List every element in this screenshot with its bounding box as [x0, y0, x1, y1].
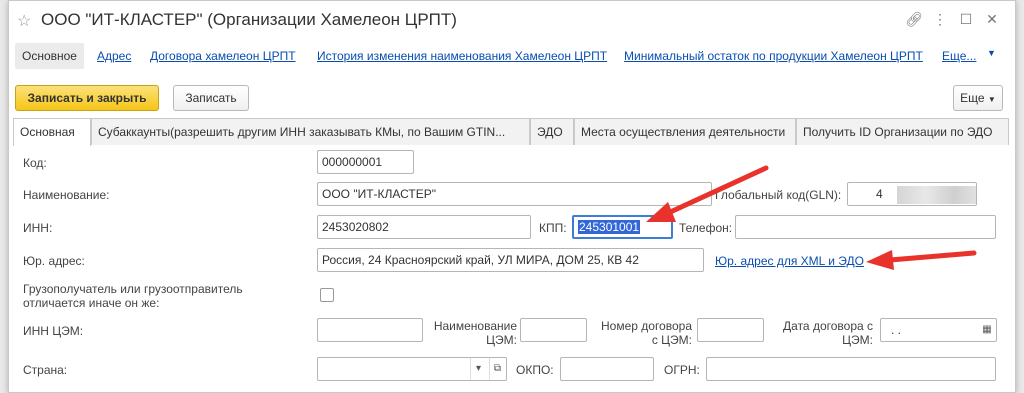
address-field[interactable]: Россия, 24 Красноярский край, УЛ МИРА, Д…	[317, 248, 704, 272]
gln-field[interactable]: 4	[847, 182, 977, 206]
okpo-field[interactable]	[560, 357, 654, 381]
nav-link-more[interactable]: Еще...	[942, 49, 976, 63]
ogrn-label: ОГРН:	[664, 363, 700, 377]
contract-date-label: Дата договора с ЦЭМ:	[783, 319, 873, 347]
dropdown-arrow-icon[interactable]: ▾	[470, 358, 486, 380]
nav-link-name-history[interactable]: История изменения наименования Хамелеон …	[317, 49, 607, 63]
nav-link-min-stock[interactable]: Минимальный остаток по продукции Хамелео…	[624, 49, 923, 63]
phone-label: Телефон:	[679, 221, 733, 235]
window-controls: 🔗︎ ⋮ ☐ ✕	[901, 11, 1005, 28]
consignee-label: Грузополучатель или грузоотправитель отл…	[23, 282, 243, 310]
title-bar: ☆ ООО "ИТ-КЛАСТЕР" (Организации Хамелеон…	[9, 1, 1015, 39]
inn-label: ИНН:	[23, 221, 53, 235]
form-window: ☆ ООО "ИТ-КЛАСТЕР" (Организации Хамелеон…	[8, 0, 1016, 393]
tab-places[interactable]: Места осуществления деятельности	[574, 118, 796, 145]
save-button[interactable]: Записать	[173, 85, 249, 111]
nav-link-contracts[interactable]: Договора хамелеон ЦРПТ	[150, 49, 296, 63]
name-field[interactable]: ООО "ИТ-КЛАСТЕР"	[317, 182, 712, 206]
more-actions-label: Еще	[960, 91, 985, 105]
tab-bar: Основная Субаккаунты(разрешить другим ИН…	[13, 118, 1009, 146]
xml-edo-address-link[interactable]: Юр. адрес для XML и ЭДО	[715, 254, 864, 268]
maximize-icon[interactable]: ☐	[953, 11, 979, 28]
kpp-label: КПП:	[539, 221, 567, 235]
name-cem-field[interactable]	[520, 318, 587, 342]
inn-cem-label: ИНН ЦЭМ:	[23, 324, 84, 338]
page-title: ООО "ИТ-КЛАСТЕР" (Организации Хамелеон Ц…	[41, 10, 457, 29]
inn-field[interactable]: 2453020802	[317, 215, 531, 239]
code-field[interactable]: 000000001	[317, 150, 414, 174]
nav-link-address[interactable]: Адрес	[97, 49, 131, 63]
inn-cem-field[interactable]	[317, 318, 423, 342]
country-label: Страна:	[23, 363, 68, 377]
kpp-field[interactable]: 245301001	[572, 215, 673, 239]
form-navigation: Основное Адрес Договора хамелеон ЦРПТ Ис…	[9, 43, 1015, 69]
tab-subaccounts[interactable]: Субаккаунты(разрешить другим ИНН заказыв…	[91, 118, 530, 145]
phone-field[interactable]	[735, 215, 996, 239]
save-and-close-button[interactable]: Записать и закрыть	[15, 85, 159, 111]
contract-date-value: . .	[891, 323, 902, 337]
tab-main[interactable]: Основная	[13, 118, 91, 146]
code-label: Код:	[23, 156, 47, 170]
address-label: Юр. адрес:	[23, 254, 85, 268]
contract-number-field[interactable]	[697, 318, 764, 342]
main-form: Код: 000000001 Наименование: ООО "ИТ-КЛА…	[9, 145, 1015, 392]
star-icon[interactable]: ☆	[17, 11, 31, 31]
kpp-value: 245301001	[578, 220, 641, 234]
redacted-block	[896, 185, 976, 204]
calendar-icon[interactable]: ▦	[979, 319, 995, 341]
link-icon[interactable]: 🔗︎	[901, 11, 927, 28]
nav-main[interactable]: Основное	[15, 43, 84, 69]
more-actions-button[interactable]: Еще ▼	[953, 85, 1003, 111]
more-vertical-icon[interactable]: ⋮	[927, 11, 953, 28]
name-label: Наименование:	[23, 188, 110, 202]
contract-number-label: Номер договора с ЦЭМ:	[601, 319, 692, 347]
tab-edo[interactable]: ЭДО	[530, 118, 574, 145]
command-bar: Записать и закрыть Записать Еще ▼	[9, 85, 1015, 113]
gln-label: Глобальный код(GLN):	[715, 188, 842, 202]
close-icon[interactable]: ✕	[979, 11, 1005, 28]
country-field[interactable]: ▾ ⧉	[317, 357, 507, 381]
okpo-label: ОКПО:	[516, 363, 554, 377]
chevron-down-icon[interactable]: ▼	[987, 48, 996, 58]
gln-value: 4	[876, 187, 883, 201]
chevron-down-icon: ▼	[987, 95, 996, 104]
consignee-checkbox[interactable]	[320, 288, 334, 302]
tab-get-edo-id[interactable]: Получить ID Организации по ЭДО	[796, 118, 1009, 145]
ogrn-field[interactable]	[706, 357, 996, 381]
contract-date-field[interactable]: . . ▦	[880, 318, 997, 342]
name-cem-label: Наименование ЦЭМ:	[433, 319, 517, 347]
open-icon[interactable]: ⧉	[489, 358, 505, 380]
